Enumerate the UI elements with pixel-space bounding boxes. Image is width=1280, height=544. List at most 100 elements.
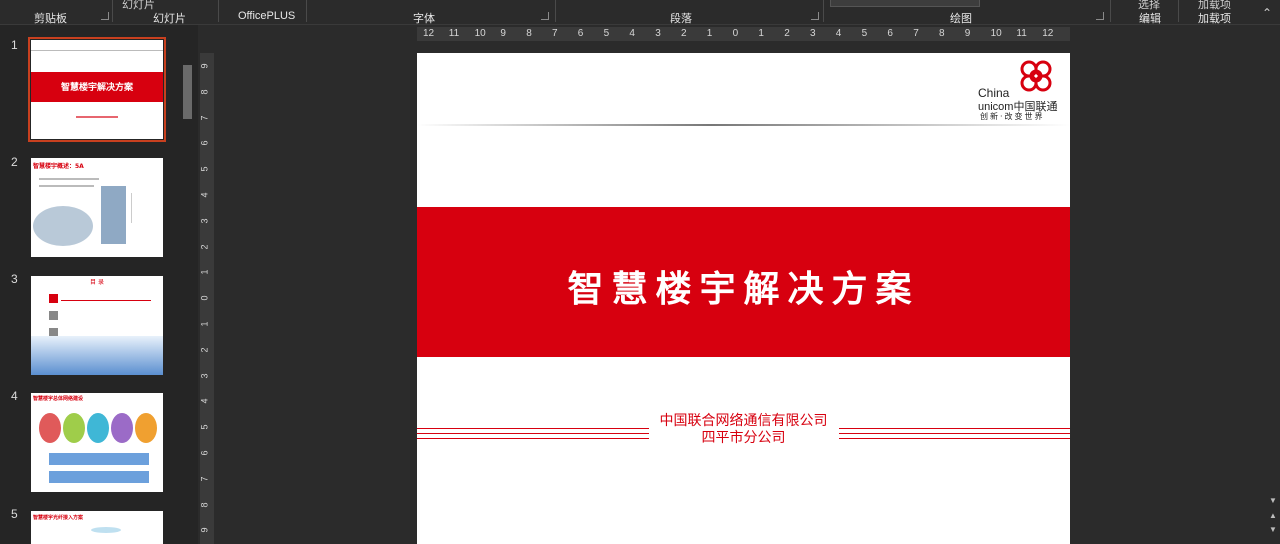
group-divider xyxy=(1178,0,1179,22)
group-editing: 编辑 xyxy=(1139,13,1161,25)
scroll-down-icon[interactable]: ▼ xyxy=(1268,496,1278,506)
ruler-tick-label: 5 xyxy=(861,28,868,39)
thumb-building xyxy=(101,186,126,244)
drawing-launcher-icon[interactable] xyxy=(1096,12,1104,20)
decor-line xyxy=(417,438,649,439)
ruler-tick-label: 10 xyxy=(990,28,1002,39)
slide-thumbnail-2[interactable]: 智慧楼宇概述：5A xyxy=(31,158,163,257)
ruler-tick-label: 4 xyxy=(199,398,210,404)
ruler-tick-label: 8 xyxy=(199,502,210,508)
group-clipboard: 剪贴板 xyxy=(34,13,67,25)
ruler-tick-label: 3 xyxy=(199,218,210,224)
ruler-tick-label: 6 xyxy=(887,28,893,39)
ruler-tick-label: 0 xyxy=(732,28,739,39)
ruler-tick-label: 6 xyxy=(199,450,210,456)
thumb-illustration xyxy=(33,206,93,246)
ruler-tick-label: 4 xyxy=(629,28,635,39)
thumbnail-pane: 1 智慧楼宇解决方案 2 智慧楼宇概述：5A 3 目 录 4 智慧楼宇总体网络建… xyxy=(0,25,198,544)
ruler-tick-label: 4 xyxy=(199,192,210,198)
next-slide-icon[interactable]: ▼ xyxy=(1268,525,1278,535)
ruler-tick-label: 1 xyxy=(758,28,764,39)
thumb-shape xyxy=(87,413,109,443)
ruler-tick-label: 9 xyxy=(199,527,210,533)
ribbon-partial-control[interactable] xyxy=(830,0,980,7)
ruler-tick-label: 6 xyxy=(199,140,210,146)
logo-slogan: 创新·改变世界 xyxy=(980,112,1045,121)
ruler-tick-label: 8 xyxy=(199,89,210,95)
thumb-cloud xyxy=(91,527,121,533)
thumb-divider xyxy=(31,50,163,51)
ruler-tick-label: 3 xyxy=(810,28,816,39)
ruler-tick-label: 3 xyxy=(199,373,210,379)
thumb-number: 4 xyxy=(11,389,18,403)
thumb-shape xyxy=(63,413,85,443)
thumb-bullet xyxy=(49,311,58,320)
collapse-ribbon-icon[interactable]: ⌃ xyxy=(1262,6,1272,20)
thumb-legend xyxy=(131,193,160,223)
thumb-number: 1 xyxy=(11,38,18,52)
ruler-tick-label: 2 xyxy=(199,244,210,250)
group-divider xyxy=(112,0,113,22)
thumb-text-line xyxy=(39,185,94,187)
ruler-tick-label: 9 xyxy=(199,63,210,69)
decor-line xyxy=(839,438,1070,439)
ruler-tick-label: 5 xyxy=(199,166,210,172)
horizontal-ruler: 12 11 10 9 8 7 6 5 4 3 2 1 0 1 2 3 4 5 6 7 8 9 10 11 12 xyxy=(417,27,1070,41)
thumb-bullet xyxy=(49,294,58,303)
ruler-tick-label: 1 xyxy=(706,28,713,39)
slide-title[interactable]: 智慧楼宇解决方案 xyxy=(417,260,1070,312)
clipboard-launcher-icon[interactable] xyxy=(101,12,109,20)
group-font: 字体 xyxy=(413,13,435,25)
group-divider xyxy=(555,0,556,22)
china-unicom-knot-icon xyxy=(1020,60,1052,92)
editor-scrollbar[interactable] xyxy=(1266,25,1280,544)
group-officeplus: OfficePLUS xyxy=(238,10,296,22)
ruler-tick-label: 10 xyxy=(474,28,486,39)
group-divider xyxy=(218,0,219,22)
decor-line xyxy=(839,433,1070,434)
slide-thumbnail-3[interactable]: 目 录 xyxy=(31,276,163,375)
decor-line xyxy=(417,428,649,429)
thumb-text-line xyxy=(39,178,99,180)
group-divider xyxy=(1110,0,1111,22)
ruler-tick-label: 7 xyxy=(199,115,210,121)
previous-slide-icon[interactable]: ▲ xyxy=(1268,511,1278,521)
ruler-tick-label: 5 xyxy=(199,424,210,430)
group-drawing: 绘图 xyxy=(950,13,972,25)
paragraph-launcher-icon[interactable] xyxy=(811,12,819,20)
decor-line xyxy=(839,428,1070,429)
slide-thumbnail-4[interactable]: 智慧楼宇总体网络建设 xyxy=(31,393,163,492)
ruler-tick-label: 9 xyxy=(500,28,506,39)
ruler-tick-label: 2 xyxy=(681,28,687,39)
thumb-title: 智慧楼宇概述：5A xyxy=(33,163,84,170)
ruler-tick-label: 12 xyxy=(423,28,435,39)
vertical-ruler: 9 8 7 6 5 4 3 2 1 0 1 2 3 4 5 6 7 8 9 xyxy=(200,53,214,544)
new-slide-fragment[interactable]: 幻灯片 xyxy=(122,0,155,12)
slide-thumbnail-5[interactable]: 智慧楼宇光纤接入方案 xyxy=(31,511,163,544)
thumb-line xyxy=(61,300,151,301)
ruler-tick-label: 3 xyxy=(655,28,661,39)
ruler-tick-label: 5 xyxy=(603,28,610,39)
thumb-shape xyxy=(39,413,61,443)
ruler-tick-label: 0 xyxy=(199,295,210,301)
company-line-2[interactable]: 四平市分公司 xyxy=(417,427,1070,447)
group-divider xyxy=(306,0,307,22)
slide-canvas[interactable]: China unicom中国联通 创新·改变世界 智慧楼宇解决方案 中国联合网络… xyxy=(417,53,1070,544)
font-launcher-icon[interactable] xyxy=(541,12,549,20)
ruler-tick-label: 7 xyxy=(199,476,210,482)
group-slides: 幻灯片 xyxy=(153,13,186,25)
group-paragraph: 段落 xyxy=(670,13,692,25)
ruler-tick-label: 2 xyxy=(199,347,210,353)
thumb-shape xyxy=(111,413,133,443)
group-addins: 加载项 xyxy=(1198,13,1231,25)
pane-scrollbar[interactable] xyxy=(183,65,192,119)
thumb-title: 智慧楼宇解决方案 xyxy=(60,83,133,93)
thumb-title: 目 录 xyxy=(90,279,104,286)
slide-thumbnail-1[interactable]: 智慧楼宇解决方案 xyxy=(28,37,166,142)
ruler-tick-label: 1 xyxy=(199,269,210,275)
thumb-number: 2 xyxy=(11,155,18,169)
ruler-tick-label: 8 xyxy=(526,28,532,39)
thumb-subtitle-mark xyxy=(76,116,118,118)
ruler-tick-label: 8 xyxy=(939,28,945,39)
ruler-tick-label: 9 xyxy=(964,28,971,39)
